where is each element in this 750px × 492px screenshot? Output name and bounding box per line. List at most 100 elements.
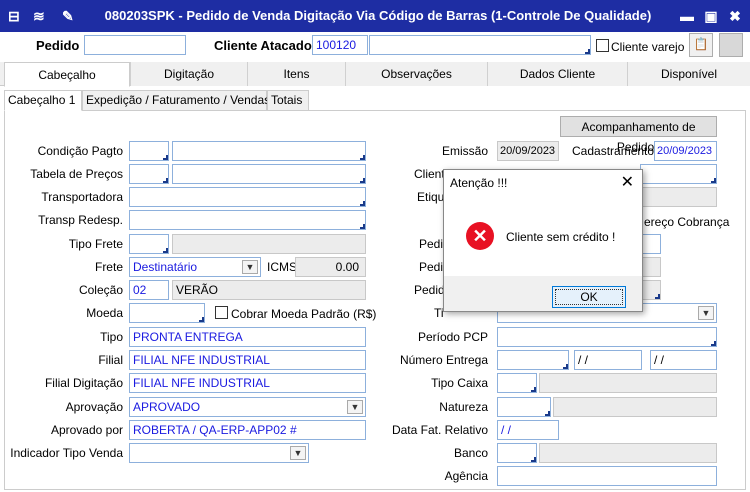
numero-entrega-date-1[interactable]: / / — [574, 350, 642, 370]
moeda-input[interactable] — [129, 303, 205, 323]
aprovado-por-label: Aprovado por — [50, 423, 123, 437]
frete-label: Frete — [94, 260, 123, 274]
tipo-frete-code-input[interactable] — [129, 234, 169, 254]
moeda-label: Moeda — [86, 306, 123, 320]
endereco-cobranca-label: ereço Cobrança — [644, 215, 730, 229]
tab-dados-cliente[interactable]: Dados Cliente — [487, 62, 627, 86]
dialog-body: ✕ Cliente sem crédito ! — [444, 196, 642, 276]
colecao-code-input[interactable]: 02 — [129, 280, 169, 300]
cobrar-moeda-checkbox[interactable] — [215, 306, 228, 319]
aprovado-por-input[interactable]: ROBERTA / QA-ERP-APP02 # — [129, 420, 366, 440]
tipo-input[interactable]: PRONTA ENTREGA — [129, 327, 366, 347]
subtab-cabecalho-1[interactable]: Cabeçalho 1 — [4, 90, 82, 111]
agencia-label: Agência — [444, 469, 488, 483]
filial-digitacao-input[interactable]: FILIAL NFE INDUSTRIAL — [129, 373, 366, 393]
banco-desc-field — [539, 443, 717, 463]
disabled-button[interactable] — [719, 33, 743, 57]
tabela-precos-code-input[interactable] — [129, 164, 169, 184]
transportadora-input[interactable] — [129, 187, 366, 207]
data-fat-relativo-input[interactable]: / / — [497, 420, 559, 440]
natureza-label: Natureza — [439, 400, 488, 414]
tipo-caixa-label: Tipo Caixa — [431, 376, 488, 390]
tab-digitacao[interactable]: Digitação — [130, 62, 247, 86]
tab-cabecalho[interactable]: Cabeçalho — [4, 62, 130, 87]
pedido-3-label: Pedid — [414, 283, 445, 297]
transp-redesp-label: Transp Redesp. — [38, 213, 123, 227]
filial-input[interactable]: FILIAL NFE INDUSTRIAL — [129, 350, 366, 370]
colecao-desc-field: VERÃO — [172, 280, 366, 300]
tab-observacoes[interactable]: Observações — [345, 62, 487, 86]
icms-field: 0.00 — [295, 257, 366, 277]
transp-redesp-input[interactable] — [129, 210, 366, 230]
ok-button[interactable]: OK — [552, 286, 626, 308]
cobrar-moeda-label: Cobrar Moeda Padrão (R$) — [231, 307, 377, 321]
indicador-tipo-venda-select[interactable]: ▼ — [129, 443, 309, 463]
close-icon[interactable]: ✕ — [621, 170, 634, 196]
cliente-atacado-code-input[interactable]: 100120 — [312, 35, 368, 55]
tabela-precos-desc-input[interactable] — [172, 164, 366, 184]
periodo-pcp-input[interactable] — [497, 327, 717, 347]
tipo-caixa-desc-field — [539, 373, 717, 393]
chevron-down-icon[interactable]: ▼ — [698, 306, 714, 320]
app-menu-icon[interactable]: ⊟ — [8, 7, 20, 25]
subtab-expedicao[interactable]: Expedição / Faturamento / Vendas — [82, 90, 270, 111]
etiqueta-field — [640, 187, 717, 207]
transportadora-label: Transportadora — [41, 190, 123, 204]
numero-entrega-label: Número Entrega — [399, 353, 488, 367]
tab-itens[interactable]: Itens — [247, 62, 345, 86]
cliente-input[interactable] — [640, 164, 717, 184]
numero-entrega-date-2[interactable]: / / — [650, 350, 717, 370]
emissao-field: 20/09/2023 — [497, 141, 559, 161]
cliente-atacado-name-input[interactable] — [369, 35, 591, 55]
filial-label: Filial — [98, 353, 123, 367]
close-window-icon[interactable]: ✖ — [726, 7, 744, 25]
pedido-3-field — [640, 280, 661, 300]
tipo-caixa-code-input[interactable] — [497, 373, 537, 393]
tab-disponivel[interactable]: Disponível — [627, 62, 750, 86]
error-icon: ✕ — [466, 222, 494, 250]
pedido-1-input[interactable] — [640, 234, 661, 254]
tabela-precos-label: Tabela de Preços — [30, 167, 123, 181]
subtab-totais[interactable]: Totais — [267, 90, 309, 111]
natureza-code-input[interactable] — [497, 397, 551, 417]
pedido-label: Pedido — [36, 38, 80, 53]
cliente-atacado-label: Cliente Atacado — [214, 38, 312, 53]
tipo-label: Tipo — [100, 330, 123, 344]
chevron-down-icon[interactable]: ▼ — [347, 400, 363, 414]
acompanhamento-pedidos-button[interactable]: Acompanhamento de Pedidos — [560, 116, 717, 154]
main-tabs: Cabeçalho Digitação Itens Observações Da… — [0, 62, 750, 87]
chevron-down-icon[interactable]: ▼ — [290, 446, 306, 460]
cadastramento-label: Cadastramento — [572, 144, 655, 158]
credit-alert-dialog: Atenção !!! ✕ ✕ Cliente sem crédito ! OK — [443, 169, 643, 312]
banco-label: Banco — [453, 446, 488, 460]
banco-code-input[interactable] — [497, 443, 537, 463]
aprovacao-select[interactable]: APROVADO ▼ — [129, 397, 366, 417]
aprovacao-label: Aprovação — [65, 400, 123, 414]
condicao-pagto-code-input[interactable] — [129, 141, 169, 161]
numero-entrega-input[interactable] — [497, 350, 569, 370]
agencia-input[interactable] — [497, 466, 717, 486]
indicador-tipo-venda-label: Indicador Tipo Venda — [10, 446, 123, 460]
wrench-icon[interactable]: ✎ — [62, 7, 74, 25]
tipo-frete-label: Tipo Frete — [68, 237, 123, 251]
condicao-pagto-desc-input[interactable] — [172, 141, 366, 161]
minimize-icon[interactable]: ▬ — [678, 7, 696, 25]
cliente-label: Client — [414, 167, 445, 181]
natureza-desc-field — [553, 397, 717, 417]
etiqueta-label: Etiqu — [417, 190, 445, 204]
clipboard-button[interactable]: 📋 — [689, 33, 713, 57]
pedido-2-field — [640, 257, 661, 277]
emissao-label: Emissão — [441, 144, 488, 158]
clipboard-icon: 📋 — [693, 37, 709, 51]
cliente-varejo-checkbox[interactable] — [596, 39, 609, 52]
periodo-pcp-label: Período PCP — [417, 330, 488, 344]
maximize-icon[interactable]: ▣ — [702, 7, 720, 25]
chevron-down-icon[interactable]: ▼ — [242, 260, 258, 274]
traffic-light-icon[interactable]: ≋ — [33, 7, 45, 25]
dialog-header: Atenção !!! ✕ — [444, 170, 642, 196]
frete-select[interactable]: Destinatário ▼ — [129, 257, 261, 277]
window-title: 080203SPK - Pedido de Venda Digitação Vi… — [104, 8, 652, 23]
filial-digitacao-label: Filial Digitação — [44, 376, 123, 390]
cadastramento-field[interactable]: 20/09/2023 — [654, 141, 717, 161]
pedido-input[interactable] — [84, 35, 186, 55]
